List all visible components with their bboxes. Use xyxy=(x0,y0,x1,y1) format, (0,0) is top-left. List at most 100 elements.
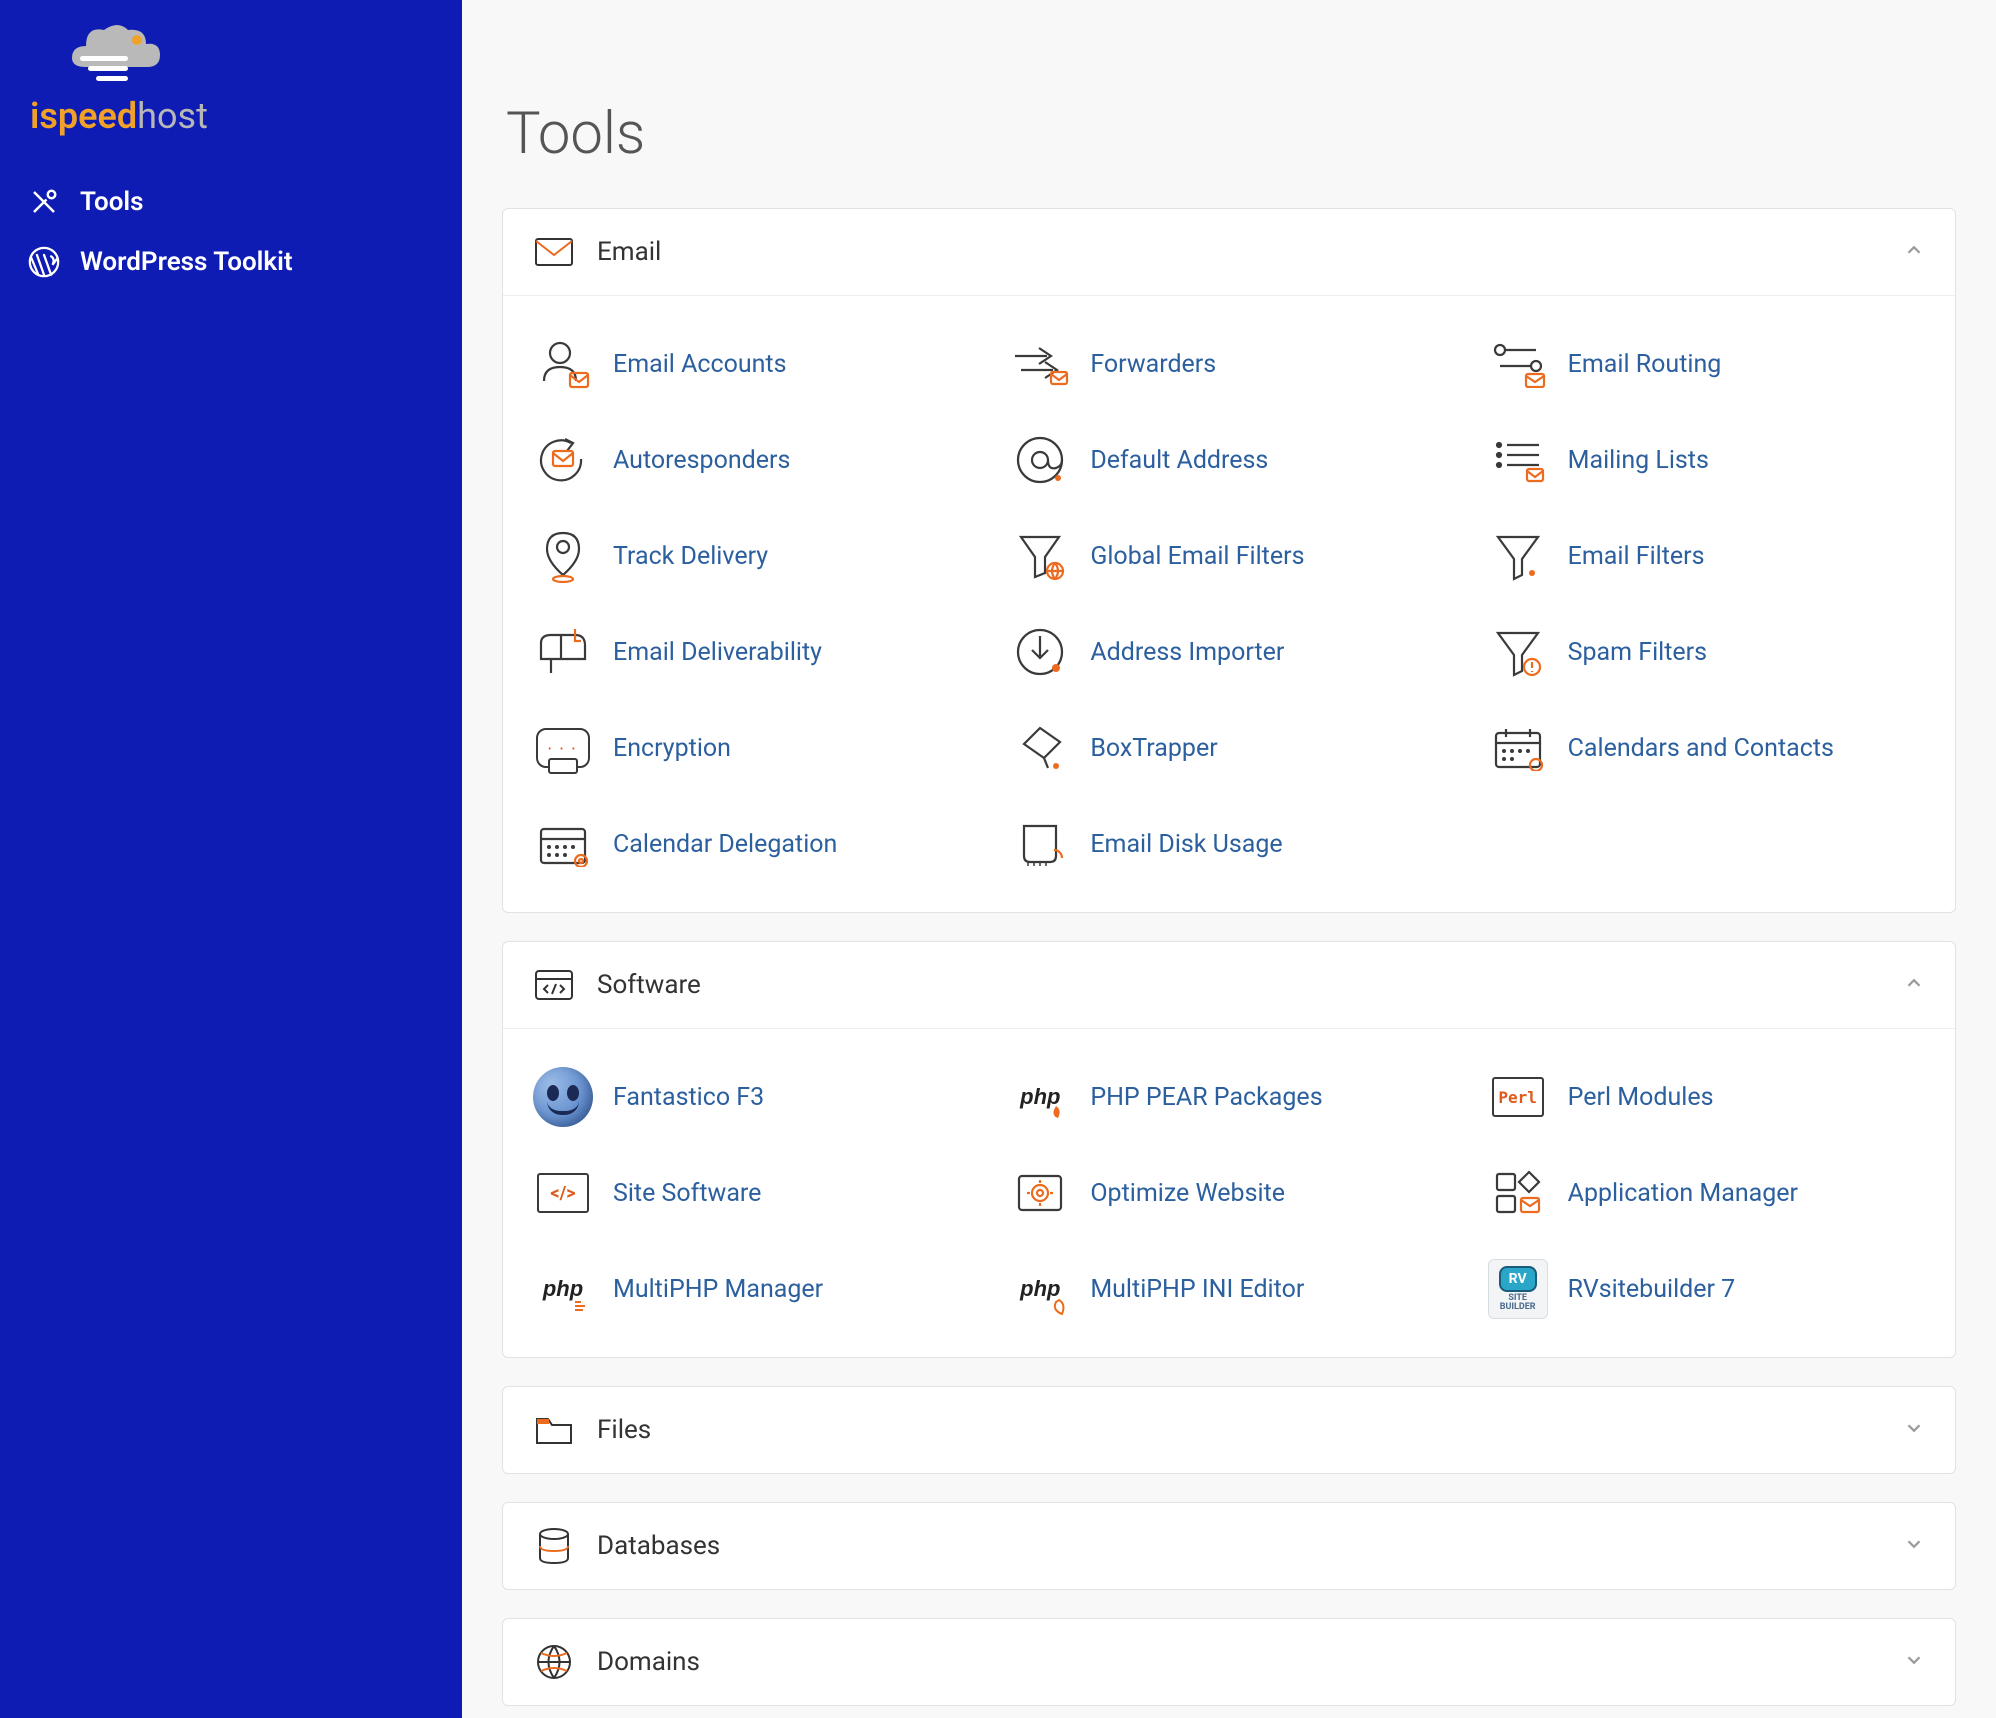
sidebar: ispeedhost Tools WordPress Toolkit xyxy=(0,0,462,1718)
tool-email-accounts[interactable]: Email Accounts xyxy=(513,316,990,412)
panel-header-domains[interactable]: Domains xyxy=(503,1619,1955,1705)
tool-label: Fantastico F3 xyxy=(613,1083,764,1112)
fantastico-icon xyxy=(533,1067,593,1127)
sidebar-item-label: WordPress Toolkit xyxy=(80,247,293,277)
main-content: Tools Email xyxy=(462,0,1996,1718)
mailbox-icon xyxy=(533,622,593,682)
tool-default-address[interactable]: Default Address xyxy=(990,412,1467,508)
perl-icon: Perl xyxy=(1488,1067,1548,1127)
forward-arrows-icon xyxy=(1010,334,1070,394)
tools-icon xyxy=(26,184,62,220)
tool-rvsitebuilder[interactable]: RVSITEBUILDER RVsitebuilder 7 xyxy=(1468,1241,1945,1337)
tool-label: PHP PEAR Packages xyxy=(1090,1083,1322,1112)
panel-header-files[interactable]: Files xyxy=(503,1387,1955,1473)
tool-email-deliverability[interactable]: Email Deliverability xyxy=(513,604,990,700)
tool-email-disk-usage[interactable]: Email Disk Usage xyxy=(990,796,1467,892)
tool-label: Email Deliverability xyxy=(613,638,822,667)
calendar-icon xyxy=(1488,718,1548,778)
php-manager-icon: php xyxy=(533,1259,593,1319)
chevron-up-icon xyxy=(1903,239,1925,265)
code-box-icon xyxy=(533,964,575,1006)
tool-label: Email Routing xyxy=(1568,350,1722,379)
funnel-globe-icon xyxy=(1010,526,1070,586)
panel-title: Files xyxy=(597,1415,1903,1445)
php-ini-icon: php xyxy=(1010,1259,1070,1319)
location-pin-icon xyxy=(533,526,593,586)
at-sign-icon xyxy=(1010,430,1070,490)
tool-perl-modules[interactable]: Perl Perl Modules xyxy=(1468,1049,1945,1145)
tool-spam-filters[interactable]: Spam Filters xyxy=(1468,604,1945,700)
tool-boxtrapper[interactable]: BoxTrapper xyxy=(990,700,1467,796)
tool-label: MultiPHP INI Editor xyxy=(1090,1275,1304,1304)
tool-forwarders[interactable]: Forwarders xyxy=(990,316,1467,412)
routing-icon xyxy=(1488,334,1548,394)
tool-label: MultiPHP Manager xyxy=(613,1275,823,1304)
php-icon: php xyxy=(1010,1067,1070,1127)
tool-calendar-delegation[interactable]: Calendar Delegation xyxy=(513,796,990,892)
panel-header-databases[interactable]: Databases xyxy=(503,1503,1955,1589)
sidebar-item-label: Tools xyxy=(80,187,144,217)
chevron-down-icon xyxy=(1903,1649,1925,1675)
panel-domains: Domains xyxy=(502,1618,1956,1706)
tool-site-software[interactable]: </> Site Software xyxy=(513,1145,990,1241)
cloud-icon xyxy=(52,22,172,87)
tool-mailing-lists[interactable]: Mailing Lists xyxy=(1468,412,1945,508)
apps-grid-icon xyxy=(1488,1163,1548,1223)
funnel-warning-icon xyxy=(1488,622,1548,682)
folder-icon xyxy=(533,1409,575,1451)
tool-label: Global Email Filters xyxy=(1090,542,1304,571)
tool-label: Spam Filters xyxy=(1568,638,1707,667)
panel-header-email[interactable]: Email xyxy=(503,209,1955,295)
tool-label: Address Importer xyxy=(1090,638,1284,667)
panel-title: Software xyxy=(597,970,1903,1000)
import-circle-icon xyxy=(1010,622,1070,682)
sidebar-item-tools[interactable]: Tools xyxy=(0,172,462,232)
tool-address-importer[interactable]: Address Importer xyxy=(990,604,1467,700)
panel-header-software[interactable]: Software xyxy=(503,942,1955,1028)
tool-email-routing[interactable]: Email Routing xyxy=(1468,316,1945,412)
chevron-down-icon xyxy=(1903,1417,1925,1443)
email-icon xyxy=(533,231,575,273)
tool-label: Forwarders xyxy=(1090,350,1216,379)
user-envelope-icon xyxy=(533,334,593,394)
rvsitebuilder-icon: RVSITEBUILDER xyxy=(1488,1259,1548,1319)
sidebar-item-wordpress-toolkit[interactable]: WordPress Toolkit xyxy=(0,232,462,292)
tool-label: Application Manager xyxy=(1568,1179,1798,1208)
panel-files: Files xyxy=(502,1386,1956,1474)
tool-global-email-filters[interactable]: Global Email Filters xyxy=(990,508,1467,604)
tool-optimize-website[interactable]: Optimize Website xyxy=(990,1145,1467,1241)
printer-icon: • • • xyxy=(533,718,593,778)
panel-email: Email Email Accounts xyxy=(502,208,1956,913)
tool-calendars-contacts[interactable]: Calendars and Contacts xyxy=(1468,700,1945,796)
tool-multiphp-ini[interactable]: php MultiPHP INI Editor xyxy=(990,1241,1467,1337)
tool-email-filters[interactable]: Email Filters xyxy=(1468,508,1945,604)
panel-title: Domains xyxy=(597,1647,1903,1677)
chevron-down-icon xyxy=(1903,1533,1925,1559)
tool-label: Track Delivery xyxy=(613,542,768,571)
tool-multiphp-manager[interactable]: php MultiPHP Manager xyxy=(513,1241,990,1337)
tool-label: Email Filters xyxy=(1568,542,1705,571)
funnel-icon xyxy=(1488,526,1548,586)
tool-label: Autoresponders xyxy=(613,446,790,475)
database-icon xyxy=(533,1525,575,1567)
tool-label: Calendar Delegation xyxy=(613,830,837,859)
globe-icon xyxy=(533,1641,575,1683)
brand-logo: ispeedhost xyxy=(0,22,462,172)
tool-encryption[interactable]: • • • Encryption xyxy=(513,700,990,796)
tool-php-pear[interactable]: php PHP PEAR Packages xyxy=(990,1049,1467,1145)
box-trap-icon xyxy=(1010,718,1070,778)
tool-label: Calendars and Contacts xyxy=(1568,734,1834,763)
tool-autoresponders[interactable]: Autoresponders xyxy=(513,412,990,508)
tool-fantastico[interactable]: Fantastico F3 xyxy=(513,1049,990,1145)
tool-label: Perl Modules xyxy=(1568,1083,1714,1112)
panel-title: Email xyxy=(597,237,1903,267)
tool-track-delivery[interactable]: Track Delivery xyxy=(513,508,990,604)
wordpress-icon xyxy=(26,244,62,280)
tool-label: Site Software xyxy=(613,1179,761,1208)
panel-title: Databases xyxy=(597,1531,1903,1561)
tool-label: RVsitebuilder 7 xyxy=(1568,1275,1736,1304)
tool-application-manager[interactable]: Application Manager xyxy=(1468,1145,1945,1241)
panel-databases: Databases xyxy=(502,1502,1956,1590)
brand-text: ispeedhost xyxy=(30,95,208,137)
list-icon xyxy=(1488,430,1548,490)
